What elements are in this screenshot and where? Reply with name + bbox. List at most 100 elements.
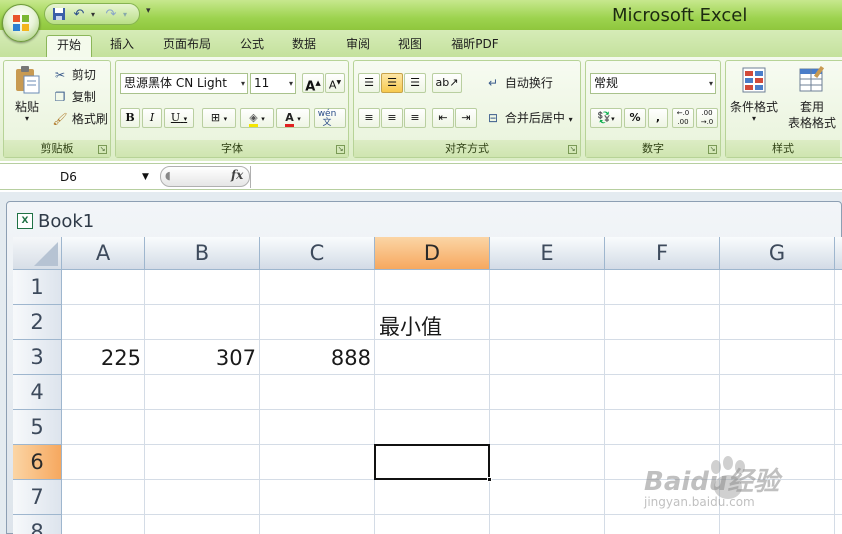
save-icon[interactable]: [51, 7, 67, 22]
column-header-c[interactable]: C: [260, 237, 375, 270]
active-cell-d6[interactable]: [374, 444, 490, 480]
align-bottom-button[interactable]: ☰: [404, 73, 426, 93]
insert-function-icon[interactable]: fx: [231, 168, 243, 182]
paste-button[interactable]: 粘贴 ▾: [10, 65, 44, 135]
styles-group: 条件格式 ▾ 套用 表格格式 样式: [725, 60, 842, 158]
phonetic-button[interactable]: wén 文: [314, 108, 346, 128]
fill-color-button[interactable]: ◈ ▾: [240, 108, 274, 128]
column-header-e[interactable]: E: [490, 237, 605, 270]
clipboard-launcher-icon[interactable]: ↘: [98, 145, 107, 154]
font-group: 思源黑体 CN Light ▾ 11 ▾ A▲ A▼ B I U ▾ ⊞ ▾ ◈…: [115, 60, 349, 158]
decrease-indent-button[interactable]: ⇤: [432, 108, 454, 128]
copy-button[interactable]: ❐ 复制: [52, 89, 96, 105]
percent-button[interactable]: %: [624, 108, 646, 128]
shrink-font-button[interactable]: A▼: [325, 73, 345, 93]
grid-column-line: [259, 270, 260, 534]
cell-d2[interactable]: 最小值: [379, 311, 442, 341]
row-header-4[interactable]: 4: [13, 375, 62, 410]
tab-page-layout[interactable]: 页面布局: [156, 35, 218, 57]
excel-window: Microsoft Excel ↶ ▾ ↷ ▾ ▾ 开始 插入 页面布局 公式 …: [0, 0, 842, 534]
redo-dropdown-icon[interactable]: ▾: [117, 7, 133, 22]
align-middle-button[interactable]: ☰: [381, 73, 403, 93]
select-all-button[interactable]: [13, 237, 62, 270]
tab-formulas[interactable]: 公式: [232, 35, 272, 57]
currency-button[interactable]: 💱▾: [590, 108, 622, 128]
fill-handle[interactable]: [487, 477, 492, 482]
cut-button[interactable]: ✂ 剪切: [52, 67, 96, 83]
align-right-button[interactable]: ≡: [404, 108, 426, 128]
align-left-button[interactable]: ≡: [358, 108, 380, 128]
column-header-h[interactable]: [835, 237, 842, 270]
italic-button[interactable]: I: [142, 108, 162, 128]
fill-bucket-icon: ◈: [249, 111, 258, 127]
alignment-launcher-icon[interactable]: ↘: [568, 145, 577, 154]
align-center-button[interactable]: ≡: [381, 108, 403, 128]
column-header-d[interactable]: D: [375, 237, 490, 270]
orientation-button[interactable]: ab↗: [432, 73, 462, 93]
name-box-value: D6: [60, 170, 77, 184]
formula-input[interactable]: [250, 166, 842, 188]
row-header-8[interactable]: 8: [13, 515, 62, 534]
alignment-group: ☰ ☰ ☰ ab↗ ≡ ≡ ≡ ⇤ ⇥ ↵ 自动换行 ⊟ 合并后居中 ▾ 对齐方…: [353, 60, 581, 158]
copy-label: 复制: [71, 90, 96, 104]
grid-column-line: [144, 270, 145, 534]
border-icon: ⊞: [210, 111, 221, 124]
align-left-icon: ≡: [364, 111, 374, 124]
conditional-format-icon: [742, 67, 766, 93]
row-header-5[interactable]: 5: [13, 410, 62, 445]
cell-c3[interactable]: 888: [260, 346, 371, 370]
format-painter-button[interactable]: 🖌 格式刷: [52, 111, 107, 127]
tab-foxit-pdf[interactable]: 福昕PDF: [444, 35, 506, 57]
column-header-f[interactable]: F: [605, 237, 720, 270]
decrease-decimal-button[interactable]: .00 →.0: [696, 108, 718, 128]
scissors-icon: ✂: [54, 68, 66, 82]
grow-font-button[interactable]: A▲: [302, 73, 324, 94]
column-header-b[interactable]: B: [145, 237, 260, 270]
customize-qat-icon[interactable]: ▾: [146, 6, 151, 16]
column-header-a[interactable]: A: [62, 237, 145, 270]
grid-row-line: [62, 409, 842, 410]
tab-data[interactable]: 数据: [284, 35, 324, 57]
chevron-down-icon[interactable]: ▼: [142, 167, 149, 188]
column-header-g[interactable]: G: [720, 237, 835, 270]
bold-button[interactable]: B: [120, 108, 140, 128]
row-header-2[interactable]: 2: [13, 305, 62, 340]
tab-insert[interactable]: 插入: [102, 35, 142, 57]
paste-label: 粘贴: [14, 100, 39, 114]
comma-button[interactable]: ,: [648, 108, 668, 128]
row-header-6[interactable]: 6: [13, 445, 62, 480]
font-size-select[interactable]: 11 ▾: [250, 73, 296, 94]
font-size-value: 11: [254, 76, 270, 90]
tab-view[interactable]: 视图: [390, 35, 430, 57]
border-button[interactable]: ⊞ ▾: [202, 108, 236, 128]
wrap-text-button[interactable]: ↵ 自动换行: [485, 75, 553, 91]
chevron-down-icon: ▾: [240, 79, 245, 88]
merge-center-button[interactable]: ⊟ 合并后居中 ▾: [485, 110, 573, 128]
increase-decimal-button[interactable]: ←.0 .00: [672, 108, 694, 128]
cell-a3[interactable]: 225: [62, 346, 141, 370]
table-format-label-1: 套用: [799, 100, 824, 114]
name-box[interactable]: D6 ▼: [0, 167, 154, 188]
row-header-1[interactable]: 1: [13, 270, 62, 305]
increase-indent-button[interactable]: ⇥: [455, 108, 477, 128]
chevron-down-icon: ▾: [708, 79, 713, 88]
font-launcher-icon[interactable]: ↘: [336, 145, 345, 154]
number-format-select[interactable]: 常规 ▾: [590, 73, 716, 94]
splitter-handle-icon[interactable]: ◖: [165, 169, 171, 182]
cell-b3[interactable]: 307: [145, 346, 256, 370]
align-top-button[interactable]: ☰: [358, 73, 380, 93]
undo-dropdown-icon[interactable]: ▾: [85, 7, 101, 22]
row-header-3[interactable]: 3: [13, 340, 62, 375]
underline-button[interactable]: U ▾: [164, 108, 194, 128]
format-as-table-button[interactable]: 套用 表格格式: [782, 65, 842, 131]
tab-review[interactable]: 审阅: [338, 35, 378, 57]
row-header-7[interactable]: 7: [13, 480, 62, 515]
watermark-url: jingyan.baidu.com: [644, 495, 755, 509]
font-color-button[interactable]: A ▾: [276, 108, 310, 128]
tab-home[interactable]: 开始: [46, 35, 92, 57]
decrease-indent-icon: ⇤: [438, 111, 448, 124]
office-button[interactable]: [2, 4, 40, 42]
number-launcher-icon[interactable]: ↘: [708, 145, 717, 154]
conditional-format-button[interactable]: 条件格式 ▾: [728, 65, 780, 123]
font-name-select[interactable]: 思源黑体 CN Light ▾: [120, 73, 248, 94]
